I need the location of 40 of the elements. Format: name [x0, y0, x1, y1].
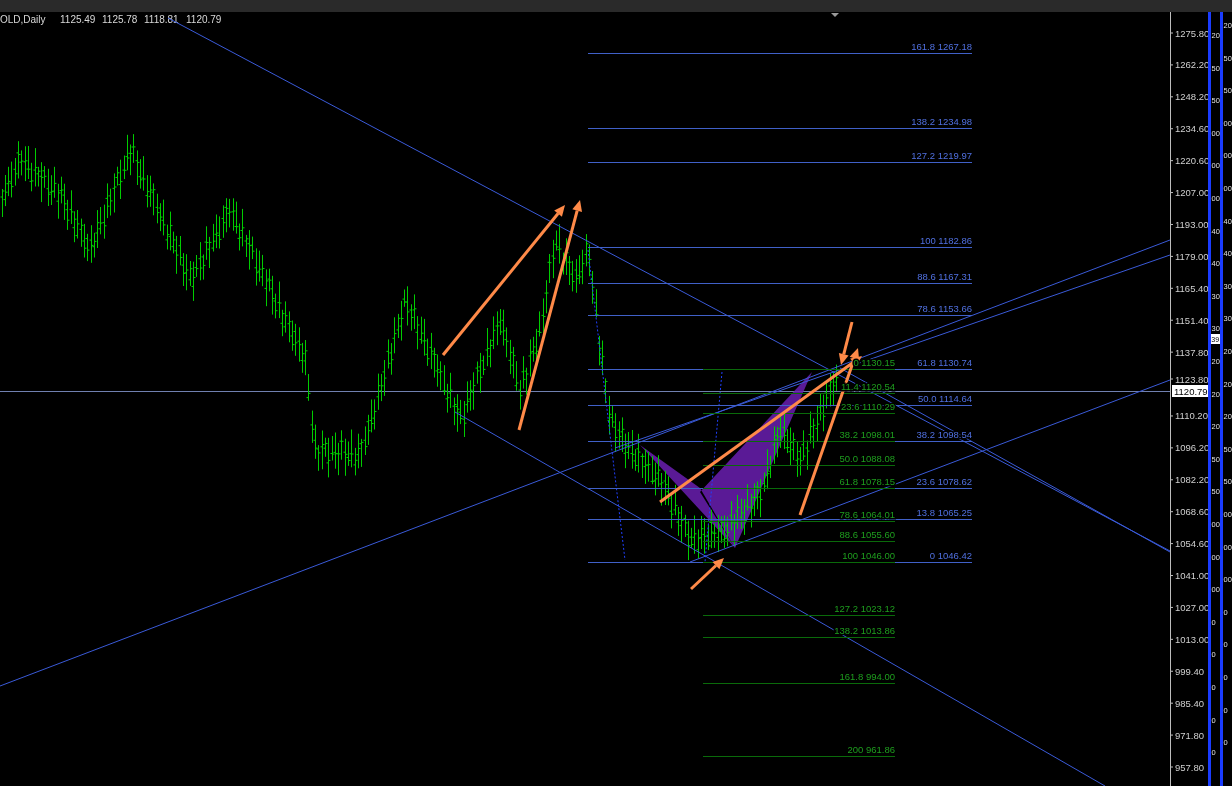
price-axis-label: 1151.40 — [1175, 314, 1209, 326]
fib-level-label: 88.6 1055.60 — [839, 529, 895, 540]
fib-level-label: 100 1046.00 — [842, 550, 895, 561]
price-axis-label: 1137.80 — [1175, 346, 1209, 358]
fib-level-label: 61.8 1078.15 — [839, 476, 895, 487]
chart-symbol: OLD,Daily — [0, 14, 46, 25]
price-axis-label: 1110.20 — [1175, 410, 1208, 422]
fib-level-label: 78.6 1153.66 — [917, 303, 972, 314]
ohlc-value: 1120.79 — [186, 14, 222, 25]
fib-level-label: 138.2 1013.86 — [834, 625, 895, 636]
fib-level-label: 161.8 994.00 — [839, 671, 895, 682]
fib-level-label: 61.8 1130.74 — [917, 357, 972, 368]
fib-level-label: 50.0 1088.08 — [839, 453, 895, 464]
ohlc-value: 1118.81 — [144, 14, 179, 25]
fib-level-label: 88.6 1167.31 — [917, 271, 972, 282]
fib-level-label: 100 1182.86 — [919, 235, 972, 246]
fib-level-label: 23.6 1078.62 — [916, 476, 972, 487]
fib-level-label: 138.2 1234.98 — [911, 116, 972, 127]
fib-level-label: 127.2 1023.12 — [834, 603, 895, 614]
arrow — [689, 558, 724, 591]
price-axis-label: 1123.80 — [1175, 373, 1209, 385]
fib-level-label: 78.6 1064.01 — [839, 509, 895, 520]
price-axis-label: 1179.00 — [1175, 250, 1209, 262]
price-axis-label: 971.80 — [1175, 729, 1205, 741]
fib-level-label: 50.0 1114.64 — [917, 393, 972, 404]
fib-level-label: 200 961.86 — [847, 744, 895, 755]
current-price-label: 1120.79 — [1172, 385, 1208, 397]
ohlc-value: 1125.78 — [102, 14, 138, 25]
fib-level-label: 38.2 1098.01 — [839, 429, 895, 440]
fib-level-label: 0 1046.42 — [929, 550, 972, 561]
fib-level-label: 161.8 1267.18 — [911, 41, 972, 52]
fib-level-label: 127.2 1219.97 — [911, 150, 972, 161]
price-axis-label: 999.40 — [1175, 665, 1205, 677]
price-axis-label: 1193.00 — [1175, 219, 1209, 230]
fib-level-label: 13.8 1065.25 — [916, 507, 972, 518]
fib-level-label: 0 1130.15 — [853, 357, 895, 368]
ohlc-value: 1125.49 — [60, 14, 96, 25]
price-axis-label: 957.80 — [1175, 761, 1205, 773]
price-axis-label: 1165.40 — [1175, 282, 1209, 294]
price-axis-label: 985.40 — [1175, 697, 1205, 709]
